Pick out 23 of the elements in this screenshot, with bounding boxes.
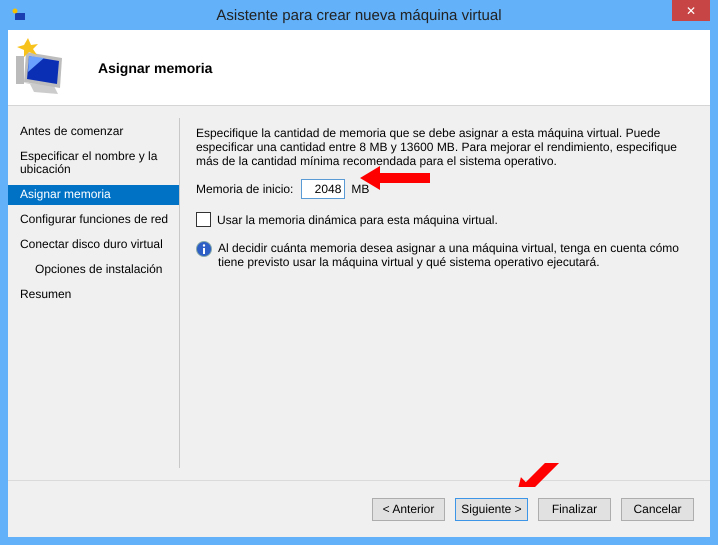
wizard-button[interactable]: Siguiente > <box>455 498 528 520</box>
wizard-step[interactable]: Especificar el nombre y la ubicación <box>8 147 179 180</box>
wizard-step[interactable]: Asignar memoria <box>8 185 179 205</box>
wizard-step[interactable]: Resumen <box>8 285 179 305</box>
wizard-button[interactable]: Finalizar <box>538 498 611 520</box>
wizard-button[interactable]: Cancelar <box>621 498 694 520</box>
unit-label: MB <box>351 182 370 196</box>
close-button[interactable]: ✕ <box>672 0 710 21</box>
checkbox[interactable] <box>196 212 211 227</box>
wizard-button[interactable]: < Anterior <box>372 498 445 520</box>
wizard-step[interactable]: Opciones de instalación <box>8 260 179 280</box>
checkbox-label[interactable]: Usar la memoria dinámica para esta máquina virtual. <box>217 212 498 226</box>
wizard-step[interactable]: Antes de comenzar <box>8 122 179 142</box>
page-title: Asignar memoria <box>98 60 212 76</box>
info-text: Al decidir cuánta memoria desea asignar a una máquina virtual, tenga en cuenta cómo tiene previsto usar la máquina virtual y qué sistema operativo ejecutará. <box>218 241 680 269</box>
wizard-step[interactable]: Configurar funciones de red <box>8 210 179 230</box>
memory-label: Memoria de inicio: <box>196 182 294 196</box>
description-text: Especifique la cantidad de memoria que se debe asignar a esta máquina virtual. Puede especificar una cantidad entre 8 MB y 13600 MB. Para mejorar el rendimiento, especifique más de la cantidad mínima recomendada para el sistema operativo. <box>196 126 678 168</box>
info-icon <box>196 241 212 257</box>
window-title: Asistente para crear nueva máquina virtual <box>216 6 502 24</box>
memory-field[interactable]: 2048 <box>301 179 346 199</box>
wizard-step[interactable]: Conectar disco duro virtual <box>8 235 179 255</box>
monitor-icon <box>12 8 26 22</box>
